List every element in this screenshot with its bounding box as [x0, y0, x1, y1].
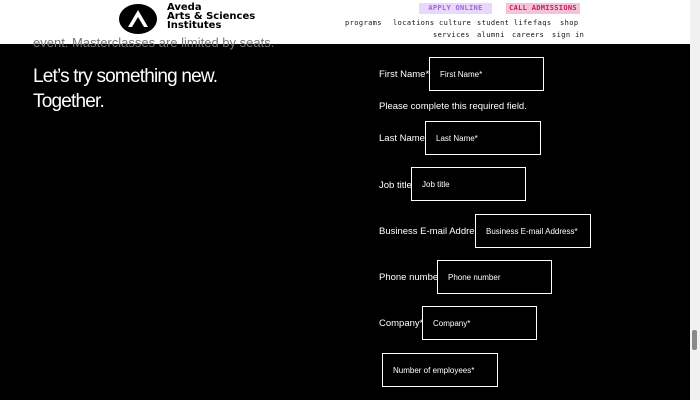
business-email-label: Business E-mail Address*: [379, 226, 488, 237]
nav-item-faqs[interactable]: faqs: [533, 19, 551, 27]
nav-item-student-life[interactable]: student life: [477, 19, 532, 27]
call-admissions-button[interactable]: CALL ADMISSIONS: [506, 3, 580, 14]
first-name-error-message: Please complete this required field.: [379, 101, 527, 112]
apply-online-button[interactable]: APPLY ONLINE: [419, 3, 492, 14]
job-title-label: Job title: [379, 180, 412, 191]
company-input[interactable]: [422, 306, 537, 340]
nav-item-services[interactable]: services: [433, 31, 470, 39]
nav-item-programs[interactable]: programs: [345, 19, 382, 27]
headline-line-2: Together.: [33, 91, 105, 112]
number-of-employees-input[interactable]: [382, 353, 498, 387]
nav-item-alumni[interactable]: alumni: [477, 31, 505, 39]
first-name-label: First Name*: [379, 69, 430, 80]
nav-item-culture[interactable]: culture: [439, 19, 471, 27]
phone-number-label: Phone number: [379, 272, 442, 283]
nav-item-sign-in[interactable]: sign in: [552, 31, 584, 39]
aveda-logo-icon[interactable]: [119, 4, 157, 34]
intro-clipped-text: event. Masterclasses are limited by seat…: [33, 35, 275, 50]
last-name-input[interactable]: [425, 121, 541, 155]
company-label: Company*: [379, 318, 424, 329]
last-name-label: Last Name*: [379, 133, 429, 144]
brand-name[interactable]: Aveda Arts & Sciences Institutes: [167, 3, 255, 31]
nav-item-careers[interactable]: careers: [512, 31, 544, 39]
page-headline: Let’s try something new. Together.: [33, 64, 218, 114]
scrollbar-thumb[interactable]: [692, 330, 697, 350]
phone-number-input[interactable]: [437, 260, 552, 294]
headline-line-1: Let’s try something new.: [33, 66, 218, 87]
business-email-input[interactable]: [475, 214, 591, 248]
nav-item-locations[interactable]: locations: [393, 19, 435, 27]
job-title-input[interactable]: [411, 167, 526, 201]
nav-item-shop[interactable]: shop: [560, 19, 578, 27]
first-name-input[interactable]: [429, 57, 544, 91]
